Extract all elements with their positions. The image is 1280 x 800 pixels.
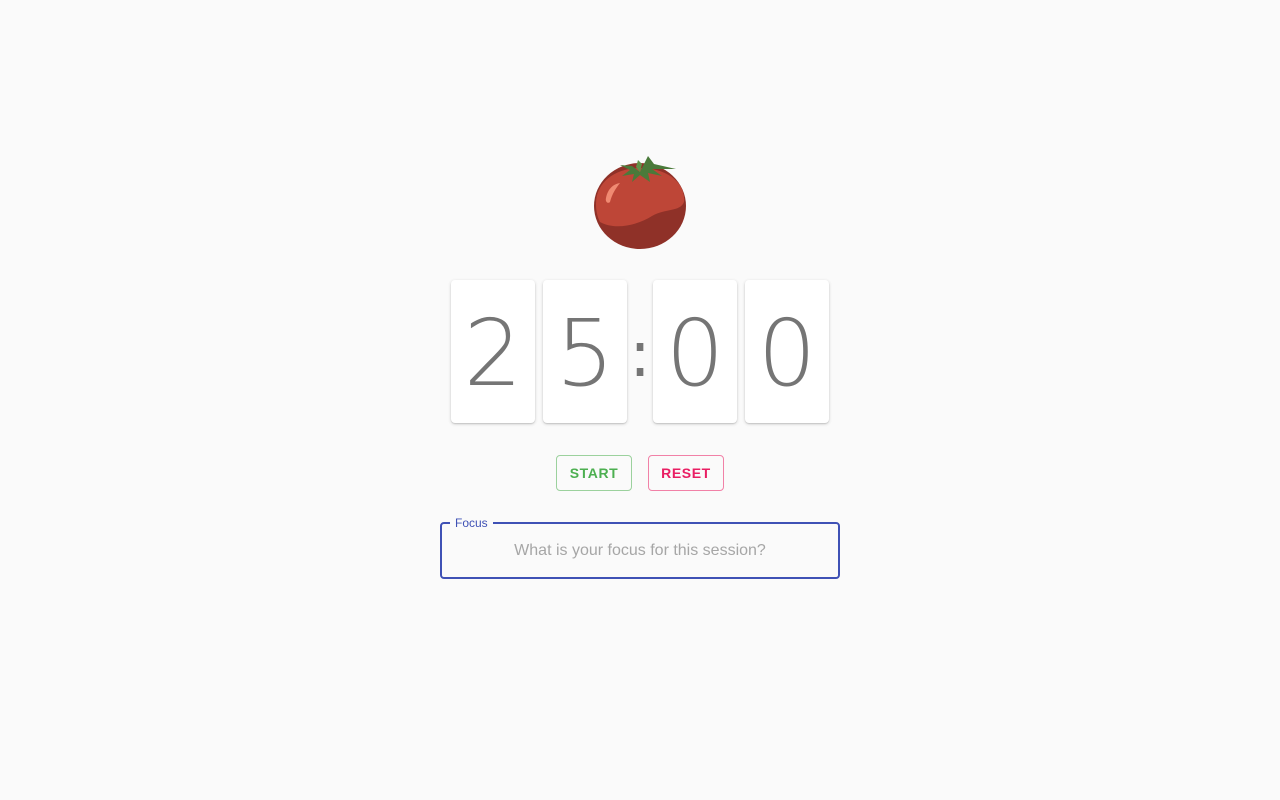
timer-controls: START RESET: [556, 455, 724, 491]
minutes-tens-digit: 2: [451, 280, 535, 423]
focus-field: Focus: [440, 515, 840, 579]
seconds-ones-digit: 0: [745, 280, 829, 423]
start-button[interactable]: START: [556, 455, 632, 491]
reset-button[interactable]: RESET: [648, 455, 724, 491]
tomato-icon: [592, 152, 688, 252]
seconds-tens-digit: 0: [653, 280, 737, 423]
focus-input[interactable]: [442, 524, 838, 577]
time-separator: :: [629, 317, 651, 392]
minutes-ones-digit: 5: [543, 280, 627, 423]
pomodoro-app: 2 5 : 0 0 START RESET Focus: [0, 0, 1280, 800]
timer-display: 2 5 : 0 0: [451, 280, 829, 423]
